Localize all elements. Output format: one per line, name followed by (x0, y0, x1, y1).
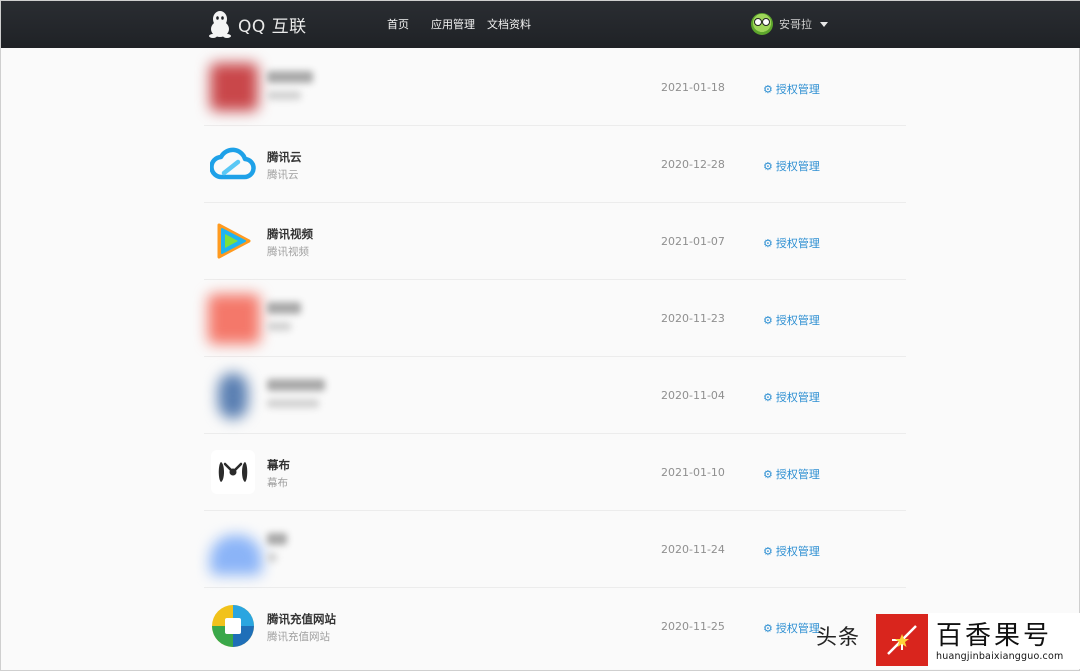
blurred-app-name (267, 533, 287, 562)
watermark: 头条 百香果号 huangjinbaixiangguo.com (816, 609, 1080, 671)
authorization-date: 2021-01-18 (661, 81, 725, 94)
manage-authorization-label[interactable]: 授权管理 (776, 466, 820, 482)
authorization-date: 2021-01-07 (661, 235, 725, 248)
blurred-app-name (267, 302, 301, 331)
blurred-app-name (267, 71, 313, 100)
qq-connect-logo[interactable]: QQ 互联 (208, 9, 307, 39)
list-item: 2021-01-18 ⚙ 授权管理 (204, 49, 906, 126)
manage-authorization-label[interactable]: 授权管理 (776, 620, 820, 636)
manage-authorization-label[interactable]: 授权管理 (776, 81, 820, 97)
watermark-url: huangjinbaixiangguo.com (936, 651, 1064, 662)
list-item: 2020-11-24 ⚙ 授权管理 (204, 511, 906, 588)
authorization-date: 2020-11-04 (661, 389, 725, 402)
top-navbar: QQ 互联 首页 应用管理 文档资料 安哥拉 (1, 1, 1080, 48)
authorization-date: 2020-11-24 (661, 543, 725, 556)
tencent-recharge-icon (208, 600, 258, 652)
toutiao-watermark-text: 头条 (816, 625, 860, 649)
manage-authorization-button[interactable]: ⚙ 授权管理 (763, 158, 820, 174)
tencent-cloud-icon (208, 138, 258, 190)
app-description: 腾讯视频 (267, 246, 309, 258)
blurred-blue-icon (208, 369, 258, 421)
app-description: 幕布 (267, 477, 288, 489)
manage-authorization-label[interactable]: 授权管理 (776, 543, 820, 559)
user-name[interactable]: 安哥拉 (779, 16, 812, 32)
logo-text: QQ 互联 (238, 16, 307, 37)
manage-authorization-label[interactable]: 授权管理 (776, 389, 820, 405)
gear-icon: ⚙ (763, 313, 773, 327)
list-item: 腾讯云 腾讯云 2020-12-28 ⚙ 授权管理 (204, 126, 906, 203)
authorization-date: 2020-11-25 (661, 620, 725, 633)
manage-authorization-label[interactable]: 授权管理 (776, 158, 820, 174)
list-item: 2020-11-04 ⚙ 授权管理 (204, 357, 906, 434)
watermark-brand-panel: 百香果号 huangjinbaixiangguo.com (928, 613, 1080, 669)
gear-icon: ⚙ (763, 82, 773, 96)
gear-icon: ⚙ (763, 621, 773, 635)
authorized-app-list: 2021-01-18 ⚙ 授权管理 腾讯云 腾讯云 2020-12-28 ⚙ 授… (204, 49, 906, 665)
manage-authorization-button[interactable]: ⚙ 授权管理 (763, 235, 820, 251)
nav-app-management[interactable]: 应用管理 (431, 16, 475, 32)
mubu-icon (208, 446, 258, 498)
watermark-brand: 百香果号 (936, 621, 1053, 651)
blurred-lightblue-icon (208, 523, 262, 575)
passion-fruit-badge-icon (876, 614, 928, 666)
tencent-video-icon (208, 215, 258, 267)
blurred-app-name (267, 379, 325, 408)
gear-icon: ⚙ (763, 390, 773, 404)
nav-documentation[interactable]: 文档资料 (487, 16, 531, 32)
authorization-date: 2020-11-23 (661, 312, 725, 325)
list-item: 幕布 幕布 2021-01-10 ⚙ 授权管理 (204, 434, 906, 511)
user-menu[interactable]: 安哥拉 (751, 13, 828, 35)
list-item: 腾讯充值网站 腾讯充值网站 2020-11-25 ⚙ 授权管理 (204, 588, 906, 665)
manage-authorization-button[interactable]: ⚙ 授权管理 (763, 620, 820, 636)
gear-icon: ⚙ (763, 236, 773, 250)
chevron-down-icon[interactable] (820, 21, 828, 27)
manage-authorization-button[interactable]: ⚙ 授权管理 (763, 389, 820, 405)
qq-penguin-icon (208, 10, 232, 38)
manage-authorization-button[interactable]: ⚙ 授权管理 (763, 466, 820, 482)
manage-authorization-button[interactable]: ⚙ 授权管理 (763, 543, 820, 559)
list-item: 腾讯视频 腾讯视频 2021-01-07 ⚙ 授权管理 (204, 203, 906, 280)
blurred-red-icon (208, 61, 258, 113)
authorization-date: 2020-12-28 (661, 158, 725, 171)
manage-authorization-label[interactable]: 授权管理 (776, 235, 820, 251)
avatar[interactable] (751, 13, 773, 35)
nav-home[interactable]: 首页 (387, 16, 409, 32)
gear-icon: ⚙ (763, 467, 773, 481)
app-name: 腾讯视频 (267, 227, 313, 241)
gear-icon: ⚙ (763, 544, 773, 558)
manage-authorization-button[interactable]: ⚙ 授权管理 (763, 312, 820, 328)
app-description: 腾讯充值网站 (267, 631, 330, 643)
blurred-salmon-icon (208, 292, 260, 344)
manage-authorization-label[interactable]: 授权管理 (776, 312, 820, 328)
list-item: 2020-11-23 ⚙ 授权管理 (204, 280, 906, 357)
authorization-date: 2021-01-10 (661, 466, 725, 479)
app-name: 幕布 (267, 458, 290, 472)
app-name: 腾讯充值网站 (267, 612, 336, 626)
gear-icon: ⚙ (763, 159, 773, 173)
manage-authorization-button[interactable]: ⚙ 授权管理 (763, 81, 820, 97)
app-description: 腾讯云 (267, 169, 299, 181)
app-name: 腾讯云 (267, 150, 302, 164)
